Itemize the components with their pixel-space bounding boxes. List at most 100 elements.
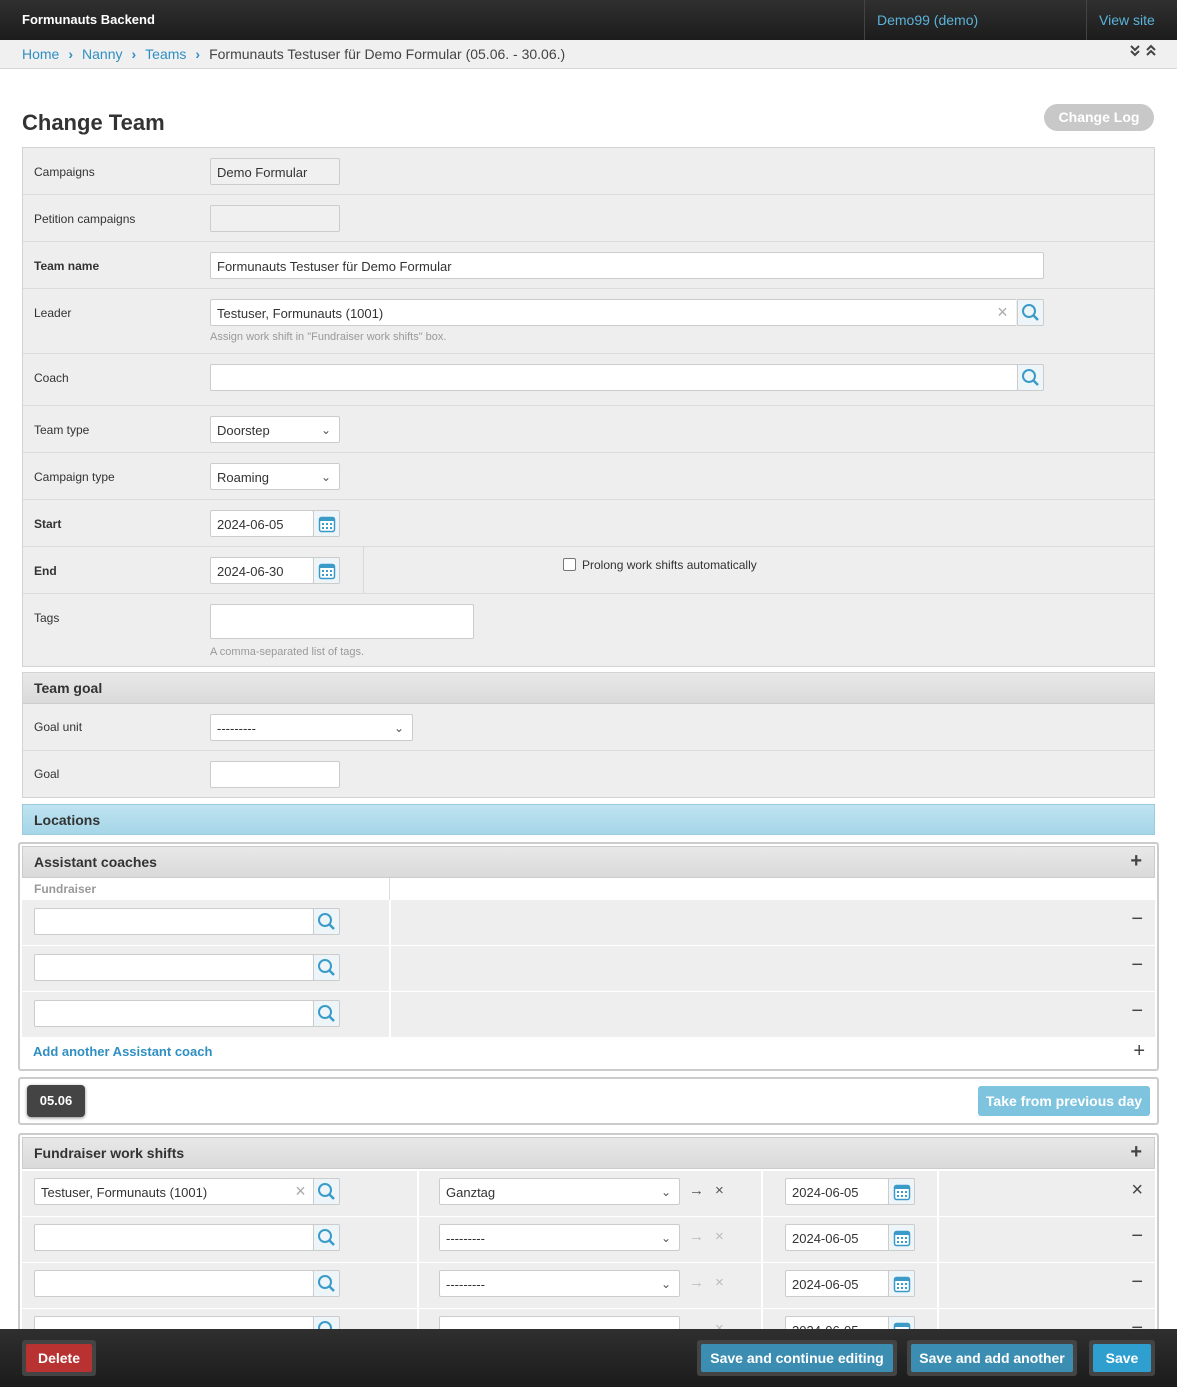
take-from-previous-day-button[interactable]: Take from previous day [978, 1086, 1150, 1116]
assistant-coach-input[interactable] [34, 954, 314, 981]
day-button[interactable]: 05.06 [27, 1085, 85, 1117]
calendar-icon[interactable] [888, 1178, 915, 1205]
clear-icon[interactable]: × [287, 1178, 314, 1205]
shift-type-select[interactable]: --------- ⌄ [439, 1224, 680, 1251]
app-title[interactable]: Formunauts Backend [22, 12, 155, 27]
delete-button[interactable]: Delete [26, 1344, 92, 1372]
shift-fundraiser-input[interactable] [34, 1270, 314, 1297]
close-icon[interactable]: × [715, 1274, 724, 1291]
save-wrap: Save [1089, 1340, 1155, 1376]
user-menu[interactable]: Demo99 (demo) [864, 0, 1086, 40]
shift-type-value: Ganztag [446, 1185, 496, 1200]
coach-input[interactable] [210, 364, 1018, 391]
calendar-icon[interactable] [888, 1224, 915, 1251]
breadcrumb-teams[interactable]: Teams [145, 46, 186, 62]
save-continue-button[interactable]: Save and continue editing [701, 1344, 893, 1372]
assistant-coach-input[interactable] [34, 1000, 314, 1027]
search-icon[interactable] [313, 1270, 340, 1297]
shift-type-select[interactable]: Ganztag ⌄ [439, 1178, 680, 1205]
add-icon[interactable]: + [1130, 850, 1142, 873]
shift-date-input[interactable]: 2024-06-05 [785, 1178, 889, 1205]
leader-input[interactable]: Testuser, Formunauts (1001) [210, 299, 991, 326]
chevron-down-icon: ⌄ [393, 721, 404, 735]
search-icon[interactable] [1017, 299, 1044, 326]
row-goal: Goal [23, 751, 1154, 797]
calendar-icon[interactable] [313, 510, 340, 537]
remove-icon[interactable]: − [1131, 1225, 1143, 1248]
save-button[interactable]: Save [1093, 1344, 1151, 1372]
change-log-button[interactable]: Change Log [1044, 104, 1154, 131]
search-icon[interactable] [313, 1178, 340, 1205]
team-name-input[interactable]: Formunauts Testuser für Demo Formular [210, 252, 1044, 279]
locations-section[interactable]: Locations [22, 804, 1155, 835]
shift-date-input[interactable]: 2024-06-05 [785, 1270, 889, 1297]
clear-icon[interactable]: × [989, 299, 1016, 326]
team-name-label: Team name [34, 259, 100, 273]
arrow-right-icon[interactable]: → [689, 1182, 704, 1199]
shift-type-select[interactable]: --------- ⌄ [439, 1270, 680, 1297]
divider [363, 547, 364, 593]
assistant-coach-row-3-actions: − [391, 992, 1155, 1037]
shift-date-cell: 2024-06-05 [763, 1263, 937, 1308]
view-site-link[interactable]: View site [1086, 0, 1177, 40]
arrow-right-icon[interactable]: → [689, 1274, 704, 1291]
save-add-another-button[interactable]: Save and add another [911, 1344, 1073, 1372]
search-icon[interactable] [313, 1000, 340, 1027]
delete-icon[interactable]: × [1131, 1179, 1143, 1202]
chevron-right-icon: › [131, 46, 137, 62]
close-icon[interactable]: × [715, 1228, 724, 1245]
calendar-icon[interactable] [888, 1270, 915, 1297]
remove-icon[interactable]: − [1131, 1000, 1143, 1023]
remove-icon[interactable]: − [1131, 908, 1143, 931]
remove-icon[interactable]: − [1131, 1271, 1143, 1294]
shift-fundraiser-input[interactable]: Testuser, Formunauts (1001) [34, 1178, 288, 1205]
fundraiser-column-header: Fundraiser [22, 878, 390, 900]
goal-input[interactable] [210, 761, 340, 788]
shift-type-cell: --------- ⌄ → × [419, 1217, 761, 1262]
campaigns-field: Demo Formular [210, 158, 340, 185]
end-date-input[interactable]: 2024-06-30 [210, 557, 314, 584]
campaign-type-label: Campaign type [34, 470, 115, 484]
assistant-coach-input[interactable] [34, 908, 314, 935]
start-label: Start [34, 517, 62, 531]
delete-button-wrap: Delete [22, 1340, 96, 1376]
row-team-name: Team name Formunauts Testuser für Demo F… [23, 242, 1154, 289]
collapse-expand-icons[interactable] [1129, 44, 1159, 61]
collapse-all-icon[interactable] [1129, 44, 1159, 58]
search-icon[interactable] [313, 908, 340, 935]
team-type-select[interactable]: Doorstep ⌄ [210, 416, 340, 443]
prolong-label: Prolong work shifts automatically [582, 558, 757, 572]
assistant-coach-row-1 [22, 900, 389, 945]
search-icon[interactable] [313, 1224, 340, 1251]
shift-date-input[interactable]: 2024-06-05 [785, 1224, 889, 1251]
team-goal-title: Team goal [23, 673, 1154, 704]
day-block: 05.06 Take from previous day [18, 1077, 1159, 1125]
row-end: End 2024-06-30 Prolong work shifts autom… [23, 547, 1154, 594]
shift-fundraiser-input[interactable] [34, 1224, 314, 1251]
shift-date-cell: 2024-06-05 [763, 1171, 937, 1216]
petition-campaigns-label: Petition campaigns [34, 212, 136, 226]
add-icon[interactable]: + [1133, 1040, 1145, 1063]
arrow-right-icon[interactable]: → [689, 1228, 704, 1245]
search-icon[interactable] [1017, 364, 1044, 391]
team-goal-fieldset: Team goal Goal unit --------- ⌄ Goal [22, 672, 1155, 798]
close-icon[interactable]: × [715, 1182, 724, 1199]
start-date-input[interactable]: 2024-06-05 [210, 510, 314, 537]
campaign-type-select[interactable]: Roaming ⌄ [210, 463, 340, 490]
row-campaign-type: Campaign type Roaming ⌄ [23, 453, 1154, 500]
breadcrumb-current: Formunauts Testuser für Demo Formular (0… [209, 46, 566, 62]
row-campaigns: Campaigns Demo Formular [23, 148, 1154, 195]
breadcrumb-home[interactable]: Home [22, 46, 59, 62]
goal-unit-select[interactable]: --------- ⌄ [210, 714, 413, 741]
search-icon[interactable] [313, 954, 340, 981]
remove-icon[interactable]: − [1131, 954, 1143, 977]
work-shifts-title: Fundraiser work shifts [34, 1145, 185, 1161]
tags-input[interactable] [210, 604, 474, 639]
breadcrumb-nanny[interactable]: Nanny [82, 46, 122, 62]
add-assistant-coach-link[interactable]: Add another Assistant coach [33, 1044, 212, 1059]
calendar-icon[interactable] [313, 557, 340, 584]
prolong-checkbox[interactable] [563, 558, 576, 571]
add-icon[interactable]: + [1130, 1141, 1142, 1164]
chevron-down-icon: ⌄ [320, 423, 331, 437]
row-coach: Coach [23, 354, 1154, 406]
